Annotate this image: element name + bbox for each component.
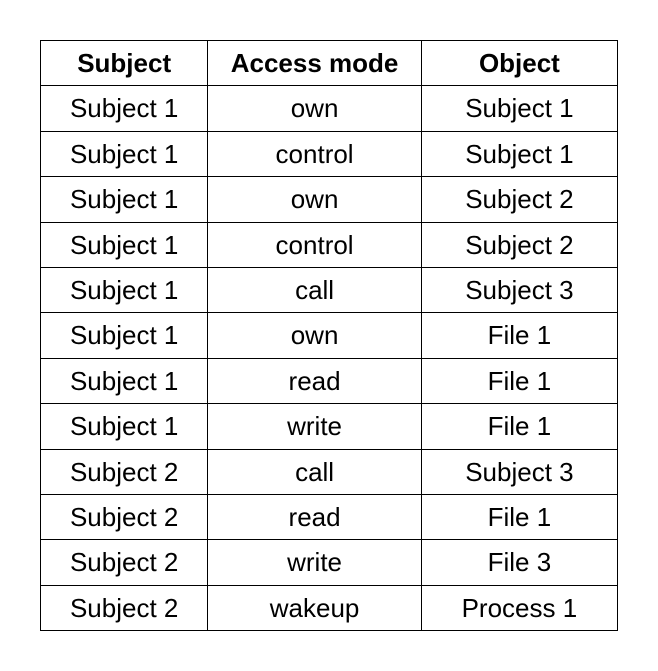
- cell-access-mode: call: [208, 267, 421, 312]
- cell-subject: Subject 1: [41, 358, 208, 403]
- cell-subject: Subject 2: [41, 449, 208, 494]
- cell-subject: Subject 2: [41, 585, 208, 630]
- cell-subject: Subject 1: [41, 177, 208, 222]
- cell-access-mode: control: [208, 131, 421, 176]
- cell-object: Process 1: [421, 585, 617, 630]
- cell-object: File 1: [421, 494, 617, 539]
- header-object: Object: [421, 41, 617, 86]
- cell-object: Subject 1: [421, 131, 617, 176]
- table-row: Subject 1 own File 1: [41, 313, 618, 358]
- cell-access-mode: write: [208, 404, 421, 449]
- cell-subject: Subject 1: [41, 86, 208, 131]
- cell-access-mode: own: [208, 177, 421, 222]
- table-row: Subject 1 write File 1: [41, 404, 618, 449]
- cell-object: Subject 2: [421, 222, 617, 267]
- cell-access-mode: control: [208, 222, 421, 267]
- cell-object: Subject 2: [421, 177, 617, 222]
- cell-subject: Subject 1: [41, 131, 208, 176]
- cell-access-mode: read: [208, 494, 421, 539]
- table-row: Subject 2 write File 3: [41, 540, 618, 585]
- table-row: Subject 1 read File 1: [41, 358, 618, 403]
- cell-subject: Subject 2: [41, 494, 208, 539]
- cell-access-mode: read: [208, 358, 421, 403]
- table-row: Subject 1 call Subject 3: [41, 267, 618, 312]
- cell-subject: Subject 1: [41, 404, 208, 449]
- cell-access-mode: own: [208, 313, 421, 358]
- cell-access-mode: own: [208, 86, 421, 131]
- table-row: Subject 1 control Subject 1: [41, 131, 618, 176]
- cell-object: File 1: [421, 313, 617, 358]
- table-header-row: Subject Access mode Object: [41, 41, 618, 86]
- cell-subject: Subject 1: [41, 313, 208, 358]
- table-row: Subject 2 wakeup Process 1: [41, 585, 618, 630]
- cell-subject: Subject 1: [41, 222, 208, 267]
- cell-subject: Subject 2: [41, 540, 208, 585]
- cell-object: File 1: [421, 358, 617, 403]
- table-row: Subject 2 read File 1: [41, 494, 618, 539]
- cell-object: Subject 3: [421, 449, 617, 494]
- cell-object: Subject 1: [421, 86, 617, 131]
- table-row: Subject 1 control Subject 2: [41, 222, 618, 267]
- table-row: Subject 2 call Subject 3: [41, 449, 618, 494]
- header-access-mode: Access mode: [208, 41, 421, 86]
- access-control-table: Subject Access mode Object Subject 1 own…: [40, 40, 618, 631]
- cell-access-mode: wakeup: [208, 585, 421, 630]
- cell-object: File 1: [421, 404, 617, 449]
- cell-access-mode: call: [208, 449, 421, 494]
- cell-object: File 3: [421, 540, 617, 585]
- cell-subject: Subject 1: [41, 267, 208, 312]
- table-row: Subject 1 own Subject 1: [41, 86, 618, 131]
- cell-access-mode: write: [208, 540, 421, 585]
- cell-object: Subject 3: [421, 267, 617, 312]
- table-row: Subject 1 own Subject 2: [41, 177, 618, 222]
- header-subject: Subject: [41, 41, 208, 86]
